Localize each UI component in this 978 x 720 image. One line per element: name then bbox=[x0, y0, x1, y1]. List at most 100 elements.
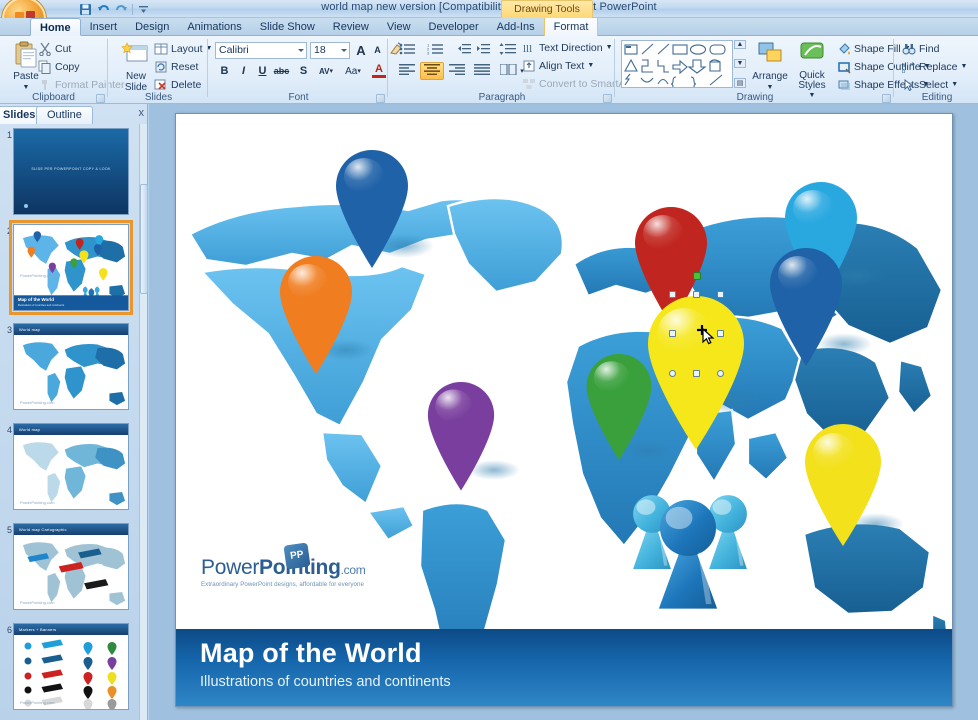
change-case-arrow-icon[interactable]: ▾ bbox=[357, 67, 361, 75]
thumbnail-slide-6[interactable]: Markers + Banners PowerPointing.com bbox=[13, 623, 129, 710]
align-center-button[interactable] bbox=[420, 62, 444, 80]
handle-bottom-center[interactable] bbox=[693, 370, 700, 377]
group-editing: Find ab Replace ▼ Select ▼ Editing bbox=[896, 36, 978, 104]
handle-middle-left[interactable] bbox=[669, 330, 676, 337]
handle-top-center[interactable] bbox=[693, 291, 700, 298]
select-button[interactable]: Select ▼ bbox=[900, 76, 960, 93]
font-size-arrow-icon[interactable] bbox=[341, 49, 347, 52]
align-left-button[interactable] bbox=[395, 62, 419, 80]
slide-subtitle[interactable]: Illustrations of countries and continent… bbox=[200, 674, 451, 690]
cut-button[interactable]: Cut bbox=[36, 40, 73, 57]
text-shadow-button[interactable]: S bbox=[294, 62, 313, 80]
thumbnail-item[interactable]: 4 World map PowerPointing.com bbox=[0, 419, 140, 519]
tab-format[interactable]: Format bbox=[543, 18, 599, 36]
character-spacing-button[interactable]: AV ▾ bbox=[313, 62, 339, 80]
reset-label: Reset bbox=[171, 60, 199, 73]
shrink-font-button[interactable]: A bbox=[370, 41, 385, 59]
handle-bottom-right[interactable] bbox=[717, 370, 724, 377]
handle-middle-right[interactable] bbox=[717, 330, 724, 337]
tab-slide-show[interactable]: Slide Show bbox=[251, 18, 324, 36]
bold-button[interactable]: B bbox=[215, 62, 234, 80]
decrease-indent-button[interactable] bbox=[454, 41, 473, 59]
underline-button[interactable]: U bbox=[253, 62, 272, 80]
handle-top-left[interactable] bbox=[669, 291, 676, 298]
align-text-arrow-icon[interactable]: ▼ bbox=[587, 62, 594, 69]
delete-slide-button[interactable]: Delete bbox=[152, 76, 203, 93]
align-right-button[interactable] bbox=[445, 62, 469, 80]
text-direction-button[interactable]: lll Text Direction ▼ bbox=[520, 39, 615, 56]
align-text-button[interactable]: Align Text ▼ bbox=[520, 57, 596, 74]
increase-indent-button[interactable] bbox=[473, 41, 492, 59]
tab-animations[interactable]: Animations bbox=[178, 18, 250, 36]
justify-button[interactable] bbox=[470, 62, 494, 80]
numbering-button[interactable]: 123 bbox=[423, 41, 449, 59]
slide-title[interactable]: Map of the World bbox=[200, 638, 422, 669]
shape-gallery-scroll[interactable]: ▲ ▼ ▤ bbox=[734, 40, 746, 88]
rotate-handle[interactable] bbox=[693, 272, 701, 280]
columns-arrow-icon[interactable]: ▾ bbox=[520, 67, 524, 75]
shape-gallery[interactable] bbox=[621, 40, 733, 92]
layout-button[interactable]: Layout ▼ bbox=[152, 40, 214, 57]
tab-developer[interactable]: Developer bbox=[420, 18, 488, 36]
thumbnail-item[interactable]: 3 World map PowerPointing.com bbox=[0, 319, 140, 419]
reset-button[interactable]: Reset bbox=[152, 58, 200, 75]
thumbnail-item[interactable]: 1 SLIDE PER POWERPOINT COPY & LOOK bbox=[0, 124, 140, 220]
thumbnail-slide-5[interactable]: World map Cartographic PowerPointing.com bbox=[13, 523, 129, 610]
slide-thumbnail-list[interactable]: 1 SLIDE PER POWERPOINT COPY & LOOK 2 Map… bbox=[0, 124, 140, 720]
thumbnail-slide-1[interactable]: SLIDE PER POWERPOINT COPY & LOOK bbox=[13, 128, 129, 215]
slides-pane-scrollbar[interactable] bbox=[139, 124, 148, 720]
italic-button[interactable]: I bbox=[234, 62, 253, 80]
world-map-graphic[interactable] bbox=[176, 114, 953, 707]
tab-insert[interactable]: Insert bbox=[81, 18, 127, 36]
thumbnail-item[interactable]: 2 Map of the World Illustrations of coun… bbox=[0, 220, 140, 319]
font-name-combo[interactable]: Calibri bbox=[215, 42, 307, 59]
handle-bottom-left[interactable] bbox=[669, 370, 676, 377]
tab-design[interactable]: Design bbox=[126, 18, 178, 36]
slide-editing-area[interactable]: PowerPointing.com Extraordinary PowerPoi… bbox=[149, 104, 978, 720]
thumbnail-item[interactable]: 5 World map Cartographic PowerPointing.c… bbox=[0, 519, 140, 619]
replace-button[interactable]: ab Replace ▼ bbox=[900, 58, 969, 75]
scrollbar-thumb[interactable] bbox=[140, 184, 148, 294]
columns-button[interactable]: ▾ bbox=[498, 62, 526, 80]
drawing-dialog-launcher[interactable] bbox=[882, 94, 891, 103]
tab-home[interactable]: Home bbox=[30, 18, 81, 36]
font-name-arrow-icon[interactable] bbox=[298, 49, 304, 52]
strikethrough-button[interactable]: abc bbox=[272, 62, 291, 80]
paragraph-dialog-launcher[interactable] bbox=[603, 94, 612, 103]
save-icon[interactable] bbox=[78, 2, 93, 17]
gallery-more-icon[interactable]: ▤ bbox=[734, 78, 746, 88]
clipboard-dialog-launcher[interactable] bbox=[96, 94, 105, 103]
text-direction-arrow-icon[interactable]: ▼ bbox=[606, 44, 613, 51]
gallery-scroll-down-icon[interactable]: ▼ bbox=[734, 59, 746, 68]
customize-qat-icon[interactable] bbox=[136, 2, 151, 17]
change-case-button[interactable]: Aa ▾ bbox=[341, 62, 365, 80]
character-spacing-arrow-icon[interactable]: ▾ bbox=[330, 67, 334, 75]
tab-view[interactable]: View bbox=[378, 18, 420, 36]
quick-styles-label: Quick Styles bbox=[798, 70, 826, 91]
thumbnail-item[interactable]: 6 Markers + Banners PowerPointing.com bbox=[0, 619, 140, 719]
tab-review[interactable]: Review bbox=[324, 18, 378, 36]
copy-button[interactable]: Copy bbox=[36, 58, 82, 75]
line-spacing-button[interactable] bbox=[495, 41, 521, 59]
handle-top-right[interactable] bbox=[717, 291, 724, 298]
close-pane-button[interactable]: x bbox=[139, 107, 145, 119]
tab-outline[interactable]: Outline bbox=[36, 106, 93, 124]
thumbnail-slide-2[interactable]: Map of the World Illustrations of countr… bbox=[9, 220, 133, 315]
bullets-button[interactable] bbox=[395, 41, 421, 59]
undo-icon[interactable] bbox=[96, 2, 111, 17]
font-dialog-launcher[interactable] bbox=[376, 94, 385, 103]
redo-icon[interactable] bbox=[114, 2, 129, 17]
current-slide[interactable]: PowerPointing.com Extraordinary PowerPoi… bbox=[175, 113, 953, 707]
cut-label: Cut bbox=[55, 42, 72, 55]
arrange-button[interactable]: Arrange ▼ bbox=[749, 40, 791, 93]
tab-add-ins[interactable]: Add-Ins bbox=[488, 18, 544, 36]
font-size-combo[interactable]: 18 bbox=[310, 42, 350, 59]
text-direction-icon: lll bbox=[522, 41, 536, 55]
gallery-scroll-up-icon[interactable]: ▲ bbox=[734, 40, 746, 49]
thumbnail-slide-3[interactable]: World map PowerPointing.com bbox=[13, 323, 129, 410]
replace-arrow-icon[interactable]: ▼ bbox=[961, 63, 968, 70]
grow-font-button[interactable]: A bbox=[353, 41, 369, 59]
find-button[interactable]: Find bbox=[900, 40, 941, 57]
select-arrow-icon[interactable]: ▼ bbox=[951, 81, 958, 88]
thumbnail-slide-4[interactable]: World map PowerPointing.com bbox=[13, 423, 129, 510]
